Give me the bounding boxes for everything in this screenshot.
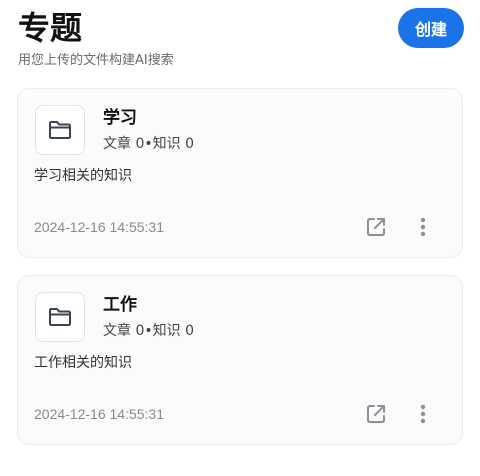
topic-title: 学习 xyxy=(103,108,137,128)
topic-icon-box xyxy=(35,105,85,155)
topic-title: 工作 xyxy=(103,295,137,315)
create-button[interactable]: 创建 xyxy=(398,8,464,48)
topic-stats: 文章 0•知识 0 xyxy=(103,136,194,152)
topic-icon-box xyxy=(35,292,85,342)
page-subtitle: 用您上传的文件构建AI搜索 xyxy=(18,53,174,68)
more-vertical-icon xyxy=(420,404,426,424)
topic-date: 2024-12-16 14:55:31 xyxy=(34,219,164,235)
share-button[interactable] xyxy=(363,214,389,240)
topic-card[interactable]: 学习 文章 0•知识 0 学习相关的知识 2024-12-16 14:55:31 xyxy=(17,88,463,258)
topic-description: 工作相关的知识 xyxy=(34,355,132,371)
topic-card[interactable]: 工作 文章 0•知识 0 工作相关的知识 2024-12-16 14:55:31 xyxy=(17,275,463,445)
page-title: 专题 xyxy=(18,9,83,47)
external-link-icon xyxy=(367,405,385,423)
topic-description: 学习相关的知识 xyxy=(34,168,132,184)
share-button[interactable] xyxy=(363,401,389,427)
topics-page: 专题 用您上传的文件构建AI搜索 创建 学习 文章 0•知识 0 学习相关的知识… xyxy=(0,0,480,476)
folder-icon xyxy=(49,308,71,326)
folder-icon xyxy=(49,121,71,139)
topic-stats: 文章 0•知识 0 xyxy=(103,323,194,339)
topic-date: 2024-12-16 14:55:31 xyxy=(34,406,164,422)
more-options-button[interactable] xyxy=(412,214,434,240)
external-link-icon xyxy=(367,218,385,236)
page-header: 专题 用您上传的文件构建AI搜索 创建 xyxy=(18,8,464,72)
more-vertical-icon xyxy=(420,217,426,237)
more-options-button[interactable] xyxy=(412,401,434,427)
